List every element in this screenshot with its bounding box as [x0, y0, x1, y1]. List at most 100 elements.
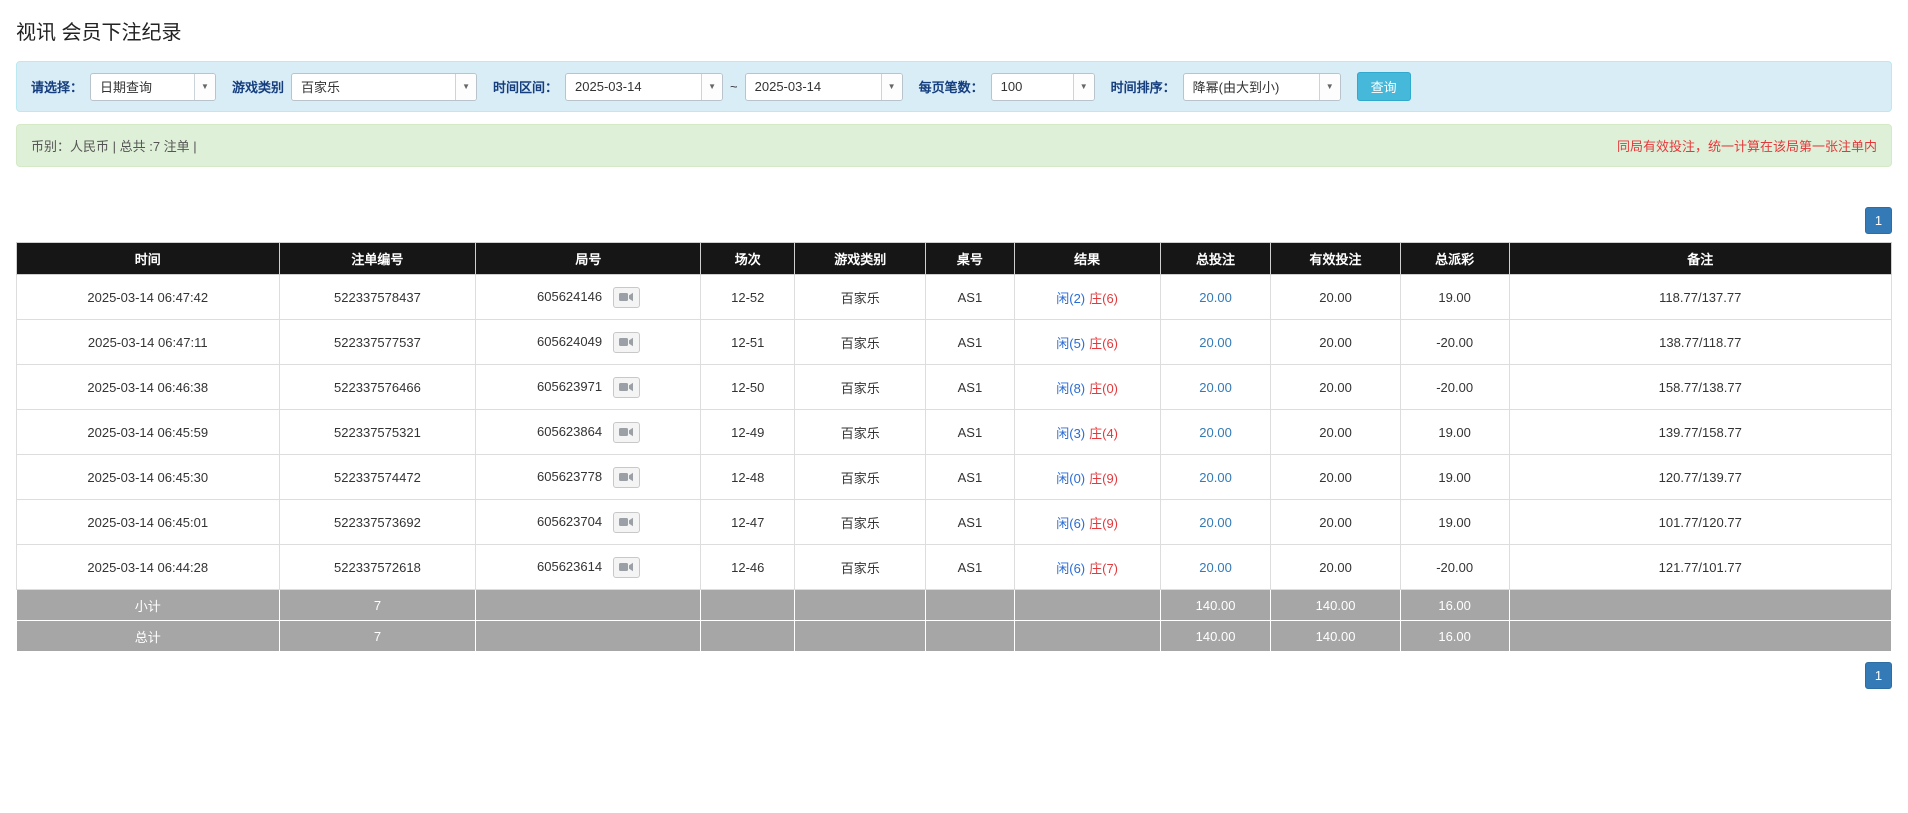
cell-note: 118.77/137.77 — [1509, 275, 1892, 320]
cell-session: 12-51 — [701, 320, 795, 365]
cell-note: 121.77/101.77 — [1509, 545, 1892, 590]
cell-note: 138.77/118.77 — [1509, 320, 1892, 365]
round-video-button[interactable] — [613, 332, 640, 353]
round-video-button[interactable] — [613, 467, 640, 488]
cell-session: 12-47 — [701, 500, 795, 545]
page-title: 视讯 会员下注纪录 — [16, 16, 1892, 45]
cell-payout: 19.00 — [1400, 275, 1509, 320]
cell-result: 闲(5)庄(6) — [1014, 320, 1160, 365]
total-bet-link[interactable]: 20.00 — [1199, 515, 1232, 530]
table-row: 2025-03-14 06:47:11 522337577537 6056240… — [17, 320, 1892, 365]
result-player: 闲(5) — [1056, 336, 1085, 351]
video-replay-icon — [619, 427, 633, 437]
cell-result: 闲(6)庄(7) — [1014, 545, 1160, 590]
cell-round-id: 605623704 — [476, 500, 701, 545]
cell-total-bet: 20.00 — [1160, 275, 1271, 320]
cell-total-bet: 20.00 — [1160, 410, 1271, 455]
chevron-down-icon: ▼ — [1319, 74, 1340, 100]
game-type-select[interactable]: 百家乐 ▼ — [291, 73, 477, 101]
column-header-payout: 总派彩 — [1400, 243, 1509, 275]
video-replay-icon — [619, 562, 633, 572]
cell-total-bet: 20.00 — [1160, 545, 1271, 590]
cell-note: 139.77/158.77 — [1509, 410, 1892, 455]
total-bet-link[interactable]: 20.00 — [1199, 290, 1232, 305]
round-video-button[interactable] — [613, 287, 640, 308]
cell-result: 闲(8) 庄(0) — [1014, 365, 1160, 410]
cell-bet-id: 522337576466 — [279, 365, 476, 410]
date-range-separator: ~ — [730, 79, 738, 94]
filter-group-page-size: 每页笔数： 100 ▼ — [919, 73, 1095, 101]
date-to-value: 2025-03-14 — [746, 74, 881, 100]
cell-payout: -20.00 — [1400, 320, 1509, 365]
video-replay-icon — [619, 517, 633, 527]
game-type-label: 游戏类别 — [232, 77, 284, 96]
records-table: 时间 注单编号 局号 场次 游戏类别 桌号 结果 总投注 有效投注 总派彩 备注… — [16, 242, 1892, 652]
total-bet-link[interactable]: 20.00 — [1199, 425, 1232, 440]
cell-note: 158.77/138.77 — [1509, 365, 1892, 410]
round-video-button[interactable] — [613, 377, 640, 398]
total-bet-link[interactable]: 20.00 — [1199, 380, 1232, 395]
page-button-1[interactable]: 1 — [1865, 662, 1892, 689]
round-id-text: 605624146 — [537, 288, 602, 303]
cell-payout: 19.00 — [1400, 410, 1509, 455]
total-payout: 16.00 — [1400, 621, 1509, 652]
subtotal-payout: 16.00 — [1400, 590, 1509, 621]
cell-game-type: 百家乐 — [795, 320, 926, 365]
round-video-button[interactable] — [613, 557, 640, 578]
cell-total-bet: 20.00 — [1160, 500, 1271, 545]
sort-label: 时间排序： — [1111, 77, 1176, 96]
total-bet-link[interactable]: 20.00 — [1199, 470, 1232, 485]
cell-session: 12-46 — [701, 545, 795, 590]
result-player: 闲(3) — [1056, 426, 1085, 441]
cell-table-no: AS1 — [926, 275, 1014, 320]
total-bet-link[interactable]: 20.00 — [1199, 560, 1232, 575]
result-banker: 庄(0) — [1089, 381, 1118, 396]
page-size-label: 每页笔数： — [919, 77, 984, 96]
cell-total-bet: 20.00 — [1160, 455, 1271, 500]
cell-game-type: 百家乐 — [795, 455, 926, 500]
date-from-select[interactable]: 2025-03-14 ▼ — [565, 73, 723, 101]
result-player: 闲(6) — [1056, 516, 1085, 531]
cell-result: 闲(2)庄(6) — [1014, 275, 1160, 320]
cell-total-bet: 20.00 — [1160, 320, 1271, 365]
cell-valid-bet: 20.00 — [1271, 410, 1400, 455]
total-bet-link[interactable]: 20.00 — [1199, 335, 1232, 350]
cell-valid-bet: 20.00 — [1271, 275, 1400, 320]
round-id-text: 605623971 — [537, 378, 602, 393]
page-button-1[interactable]: 1 — [1865, 207, 1892, 234]
date-to-select[interactable]: 2025-03-14 ▼ — [745, 73, 903, 101]
cell-game-type: 百家乐 — [795, 410, 926, 455]
cell-valid-bet: 20.00 — [1271, 365, 1400, 410]
filter-group-sort: 时间排序： 降幂(由大到小) ▼ — [1111, 73, 1341, 101]
subtotal-row: 小计 7 140.00 140.00 16.00 — [17, 590, 1892, 621]
summary-notice: 同局有效投注，统一计算在该局第一张注单内 — [1617, 136, 1877, 155]
cell-result: 闲(3)庄(4) — [1014, 410, 1160, 455]
cell-bet-id: 522337574472 — [279, 455, 476, 500]
game-type-value: 百家乐 — [292, 74, 455, 100]
result-player: 闲(8) — [1056, 381, 1085, 396]
result-banker: 庄(9) — [1089, 471, 1118, 486]
cell-time: 2025-03-14 06:47:11 — [17, 320, 280, 365]
cell-bet-id: 522337572618 — [279, 545, 476, 590]
column-header-session: 场次 — [701, 243, 795, 275]
round-id-text: 605623614 — [537, 558, 602, 573]
round-id-text: 605623864 — [537, 423, 602, 438]
round-video-button[interactable] — [613, 422, 640, 443]
result-player: 闲(2) — [1056, 291, 1085, 306]
video-replay-icon — [619, 382, 633, 392]
page-size-select[interactable]: 100 ▼ — [991, 73, 1095, 101]
query-button[interactable]: 查询 — [1357, 72, 1411, 101]
total-label: 总计 — [17, 621, 280, 652]
cell-total-bet: 20.00 — [1160, 365, 1271, 410]
cell-table-no: AS1 — [926, 320, 1014, 365]
sort-select[interactable]: 降幂(由大到小) ▼ — [1183, 73, 1341, 101]
cell-time: 2025-03-14 06:47:42 — [17, 275, 280, 320]
video-replay-icon — [619, 472, 633, 482]
cell-payout: 19.00 — [1400, 455, 1509, 500]
query-type-select[interactable]: 日期查询 ▼ — [90, 73, 216, 101]
round-video-button[interactable] — [613, 512, 640, 533]
cell-time: 2025-03-14 06:45:30 — [17, 455, 280, 500]
cell-note: 101.77/120.77 — [1509, 500, 1892, 545]
sort-value: 降幂(由大到小) — [1184, 74, 1319, 100]
cell-bet-id: 522337573692 — [279, 500, 476, 545]
